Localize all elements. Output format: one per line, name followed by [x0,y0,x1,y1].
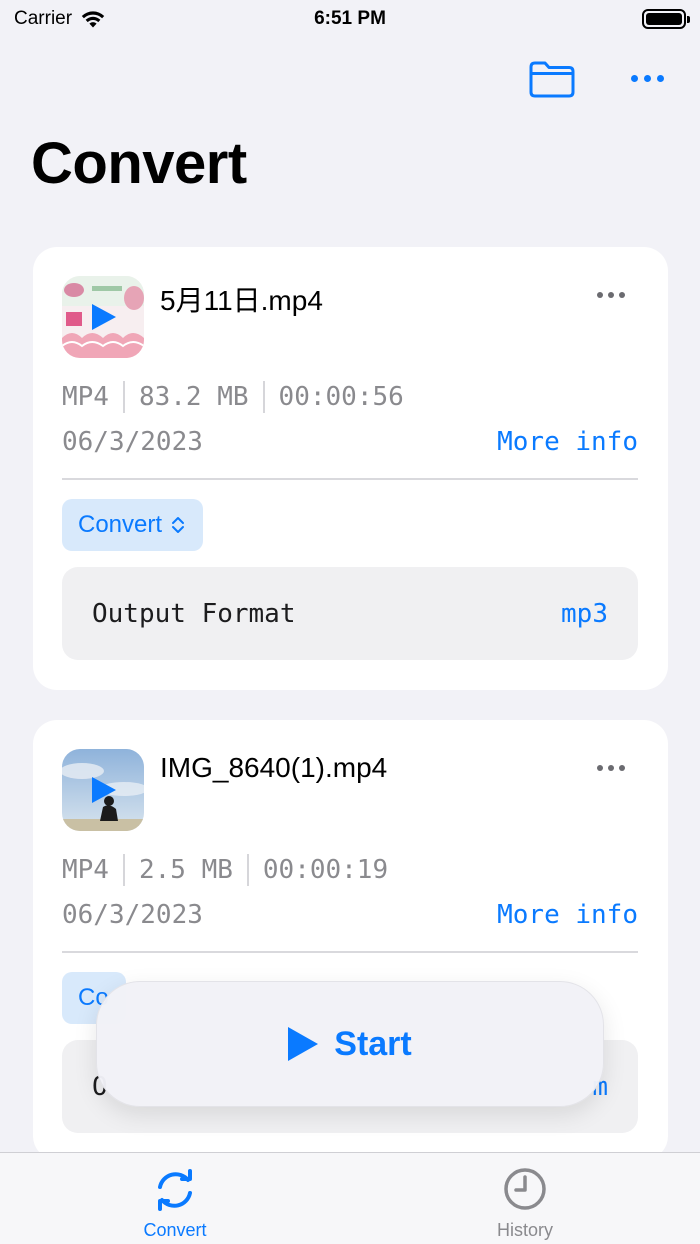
file-meta: MP4 83.2 MB 00:00:56 [62,381,404,413]
file-duration: 00:00:56 [278,382,404,412]
divider [62,478,638,480]
meta-divider [122,381,125,413]
tab-label: History [496,1220,553,1240]
file-date: 06/3/2023 [62,427,203,457]
more-info-link[interactable]: More info [497,427,638,457]
meta-divider [262,381,265,413]
file-card: 5月11日.mp4 MP4 83.2 MB 00:00:56 06/3/2023… [33,247,668,690]
chevron-up-down-icon [172,517,185,533]
file-format: MP4 [62,382,109,412]
meta-divider [122,854,125,886]
tab-convert[interactable]: Convert [75,1153,275,1244]
convert-mode-label: Convert [78,511,163,538]
file-options-button[interactable] [593,285,629,305]
file-size: 83.2 MB [138,382,249,412]
status-time: 6:51 PM [314,8,386,29]
battery-icon [642,9,690,29]
ellipsis-icon [597,292,603,298]
start-button[interactable]: Start [96,981,604,1107]
file-format: MP4 [62,855,109,885]
divider [62,951,638,953]
meta-divider [246,854,249,886]
file-options-button[interactable] [593,758,629,778]
ellipsis-icon [630,74,638,82]
file-duration: 00:00:19 [262,855,389,885]
ellipsis-icon [597,765,603,771]
play-icon [92,304,116,330]
file-meta: MP4 2.5 MB 00:00:19 [62,854,388,886]
file-name: 5月11日.mp4 [160,285,323,316]
convert-mode-picker[interactable]: Convert [62,499,204,551]
refresh-icon [158,1169,192,1211]
tab-label: Convert [143,1220,207,1240]
more-options-button[interactable] [624,62,670,94]
video-thumbnail[interactable] [62,749,144,831]
start-button-label: Start [334,1024,412,1063]
folder-icon [529,61,575,98]
status-bar: Carrier 6:51 PM [0,0,700,44]
video-thumbnail[interactable] [62,276,144,358]
output-format-row[interactable]: Output Format mp3 [62,567,638,660]
tab-history[interactable]: History [425,1153,625,1244]
play-icon [92,777,116,803]
output-format-label: Output Format [92,599,296,629]
page-title: Convert [31,131,247,196]
tab-bar: Convert History [0,1152,700,1244]
file-date: 06/3/2023 [62,900,203,930]
clock-icon [504,1168,546,1210]
file-size: 2.5 MB [138,855,233,885]
play-icon [288,1027,319,1061]
output-format-value: mp3 [561,599,608,629]
folder-button[interactable] [527,58,577,100]
file-name: IMG_8640(1).mp4 [160,752,388,783]
more-info-link[interactable]: More info [497,900,638,930]
